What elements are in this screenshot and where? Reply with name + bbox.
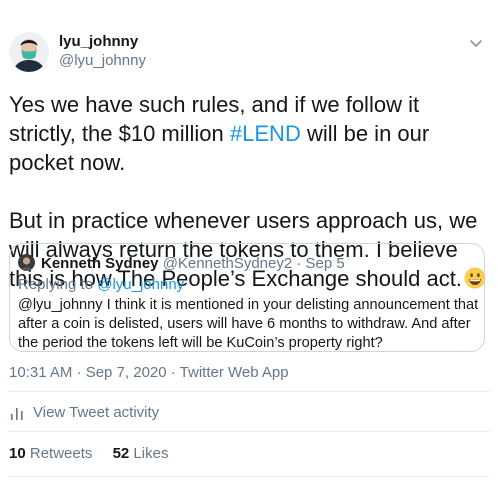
replying-to-prefix: Replying to [18, 276, 98, 293]
retweets-label: Retweets [29, 445, 93, 462]
chevron-down-icon[interactable] [468, 35, 484, 51]
tweet-timestamp[interactable]: 10:31 AM · Sep 7, 2020 · Twitter Web App [9, 364, 289, 381]
view-tweet-activity-link[interactable]: View Tweet activity [9, 404, 159, 421]
retweets-count: 10 [9, 445, 26, 462]
divider [9, 476, 489, 477]
quoted-author-meta: @KennethSydney2 · Sep 5 [162, 255, 345, 272]
divider [9, 391, 489, 392]
analytics-icon [11, 407, 23, 420]
likes-count: 52 [112, 445, 130, 462]
replying-to-line: Replying to @lyu_johnny [18, 276, 184, 293]
view-tweet-activity-label: View Tweet activity [33, 404, 160, 421]
tweet-card: lyu_johnny @lyu_johnny Yes we have such … [0, 0, 498, 483]
quoted-tweet-header: Kenneth Sydney @KennethSydney2 · Sep 5 [41, 255, 345, 272]
author-avatar[interactable] [9, 32, 49, 72]
likes-stat[interactable]: 52 Likes [113, 445, 169, 462]
author-display-name[interactable]: lyu_johnny [59, 33, 138, 50]
quoted-author-name: Kenneth Sydney [41, 255, 159, 272]
tweet-paragraph-1: Yes we have such rules, and if we follow… [9, 90, 491, 177]
divider [9, 431, 489, 432]
likes-label: Likes [133, 445, 169, 462]
quoted-author-avatar [18, 254, 35, 271]
engagement-stats: 10 Retweets 52 Likes [9, 445, 184, 462]
quoted-tweet-text: @lyu_johnny I think it is mentioned in y… [18, 297, 479, 351]
hashtag-link[interactable]: #LEND [230, 121, 301, 146]
retweets-stat[interactable]: 10 Retweets [9, 445, 92, 462]
quoted-tweet[interactable]: Kenneth Sydney @KennethSydney2 · Sep 5 R… [9, 243, 485, 352]
author-handle[interactable]: @lyu_johnny [59, 52, 146, 69]
replying-to-mention: @lyu_johnny [97, 276, 185, 293]
